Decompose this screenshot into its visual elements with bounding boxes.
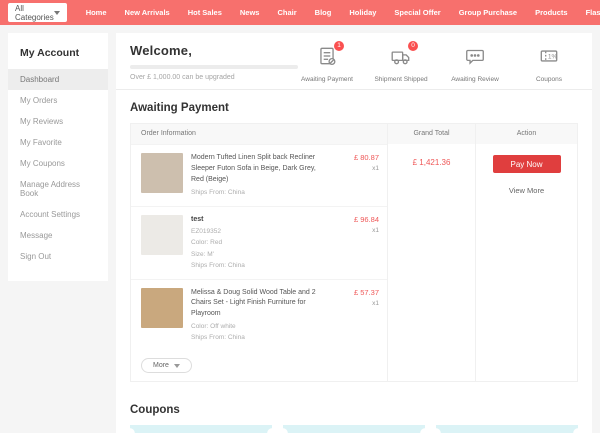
- product-title[interactable]: Modern Tufted Linen Split back Recliner …: [191, 153, 323, 186]
- upgrade-note: Over £ 1,000.00 can be upgraded: [130, 74, 298, 81]
- item-price: £ 96.84: [331, 215, 379, 224]
- coupon-ticket: 35% Only 86%: [130, 425, 272, 433]
- sidebar-item[interactable]: My Favorite: [8, 132, 108, 153]
- awaiting-payment-section: Awaiting Payment Order Information Moder…: [116, 90, 592, 392]
- coupon-ticket: 70% Only 88%: [436, 425, 578, 433]
- coupons-section: Coupons 35% Only 86% 0: [116, 392, 592, 433]
- welcome-left: Welcome, Over £ 1,000.00 can be upgraded: [130, 43, 298, 83]
- sidebar-item[interactable]: My Coupons: [8, 153, 108, 174]
- view-more-link[interactable]: View More: [476, 186, 577, 195]
- product-image[interactable]: [141, 153, 183, 193]
- more-button-label: More: [153, 362, 169, 369]
- sidebar-item[interactable]: Sign Out: [8, 246, 108, 267]
- status-label: Shipment Shipped: [372, 76, 430, 83]
- item-price: £ 57.37: [331, 288, 379, 297]
- item-price: £ 80.87: [331, 153, 379, 162]
- awaiting-payment-title: Awaiting Payment: [130, 102, 578, 114]
- item-quantity: x1: [331, 300, 379, 307]
- status-label: Awaiting Review: [446, 76, 504, 83]
- more-button[interactable]: More: [141, 358, 192, 373]
- status-coupons[interactable]: 1% Coupons: [520, 45, 578, 83]
- sidebar-item[interactable]: Dashboard: [8, 69, 108, 90]
- categories-dropdown-label: All Categories: [15, 4, 54, 22]
- coupon-percent: 50: [331, 429, 365, 433]
- main-panel: Welcome, Over £ 1,000.00 can be upgraded…: [116, 33, 592, 433]
- nav-item[interactable]: Group Purchase: [450, 0, 526, 25]
- awaiting-payment-badge: 1: [334, 41, 344, 51]
- column-header-grand-total: Grand Total: [388, 124, 475, 144]
- item-quantity: x1: [331, 227, 379, 234]
- sidebar-item[interactable]: My Reviews: [8, 111, 108, 132]
- status-awaiting-review[interactable]: Awaiting Review: [446, 45, 504, 83]
- status-label: Awaiting Payment: [298, 76, 356, 83]
- nav-item[interactable]: Holiday: [340, 0, 385, 25]
- status-awaiting-payment[interactable]: 1 Awaiting Payment: [298, 45, 356, 83]
- coupon-card: 35% Only 86% 09/04/2018 - 19/04/2018 Get…: [130, 425, 272, 433]
- coupon-percent: 70: [484, 429, 518, 433]
- top-navigation-bar: All Categories Home New Arrivals Hot Sal…: [0, 0, 600, 25]
- sidebar-item[interactable]: Message: [8, 225, 108, 246]
- product-image[interactable]: [141, 215, 183, 255]
- product-details: EZ019352 Color: Red Size: M' Ships From:…: [191, 226, 323, 270]
- welcome-section: Welcome, Over £ 1,000.00 can be upgraded…: [116, 33, 592, 90]
- sidebar-item[interactable]: My Orders: [8, 90, 108, 111]
- item-quantity: x1: [331, 165, 379, 172]
- nav-item[interactable]: Blog: [306, 0, 341, 25]
- coupon-card: 50% Only 86% 09/04/2018 - 26/04/2018 Get…: [283, 425, 425, 433]
- sidebar-item[interactable]: Manage Address Book: [8, 174, 108, 204]
- product-details: Ships From: China: [191, 187, 323, 198]
- welcome-title: Welcome,: [130, 43, 298, 58]
- chevron-down-icon: [174, 364, 180, 368]
- coupon-percent: 35: [178, 429, 212, 433]
- account-sidebar: My Account Dashboard My Orders My Review…: [8, 33, 108, 281]
- nav-item[interactable]: Home: [77, 0, 116, 25]
- status-icons-row: 1 Awaiting Payment 0 Shipment Shipped: [298, 43, 578, 83]
- nav-item[interactable]: Flash Sale: [577, 0, 600, 25]
- nav-item[interactable]: Chair: [268, 0, 305, 25]
- ticket-icon: 1%: [538, 45, 560, 67]
- chat-icon: [464, 45, 486, 67]
- chevron-down-icon: [54, 11, 60, 15]
- product-title[interactable]: test: [191, 215, 323, 226]
- order-row: test EZ019352 Color: Red Size: M' Ships …: [131, 206, 387, 279]
- product-details: Color: Off white Ships From: China: [191, 321, 323, 343]
- order-row: Melissa & Doug Solid Wood Table and 2 Ch…: [131, 279, 387, 352]
- pay-now-button[interactable]: Pay Now: [493, 155, 561, 173]
- product-title[interactable]: Melissa & Doug Solid Wood Table and 2 Ch…: [191, 288, 323, 321]
- column-header-order-info: Order Information: [131, 124, 387, 144]
- coupon-ticket: 50% Only 86%: [283, 425, 425, 433]
- shipment-badge: 0: [408, 41, 418, 51]
- nav-item[interactable]: News: [231, 0, 269, 25]
- svg-text:1%: 1%: [548, 54, 558, 61]
- upgrade-progress-bar: [130, 65, 298, 69]
- grand-total-value: £ 1,421.36: [388, 158, 475, 167]
- categories-dropdown[interactable]: All Categories: [8, 3, 67, 22]
- main-nav: Home New Arrivals Hot Sales News Chair B…: [77, 0, 600, 25]
- nav-item[interactable]: Products: [526, 0, 577, 25]
- order-row: Modern Tufted Linen Split back Recliner …: [131, 144, 387, 206]
- product-image[interactable]: [141, 288, 183, 328]
- sidebar-title: My Account: [8, 43, 108, 69]
- status-shipment-shipped[interactable]: 0 Shipment Shipped: [372, 45, 430, 83]
- nav-item[interactable]: Hot Sales: [179, 0, 231, 25]
- column-header-action: Action: [476, 124, 577, 144]
- coupon-card: 70% Only 88% 09/04/2018 - 18/07/2018 Get…: [436, 425, 578, 433]
- sidebar-item[interactable]: Account Settings: [8, 204, 108, 225]
- nav-item[interactable]: Special Offer: [385, 0, 449, 25]
- status-label: Coupons: [520, 76, 578, 83]
- coupons-row: 35% Only 86% 09/04/2018 - 19/04/2018 Get…: [130, 425, 578, 433]
- orders-table: Order Information Modern Tufted Linen Sp…: [130, 123, 578, 382]
- coupons-title: Coupons: [130, 404, 578, 416]
- nav-item[interactable]: New Arrivals: [116, 0, 179, 25]
